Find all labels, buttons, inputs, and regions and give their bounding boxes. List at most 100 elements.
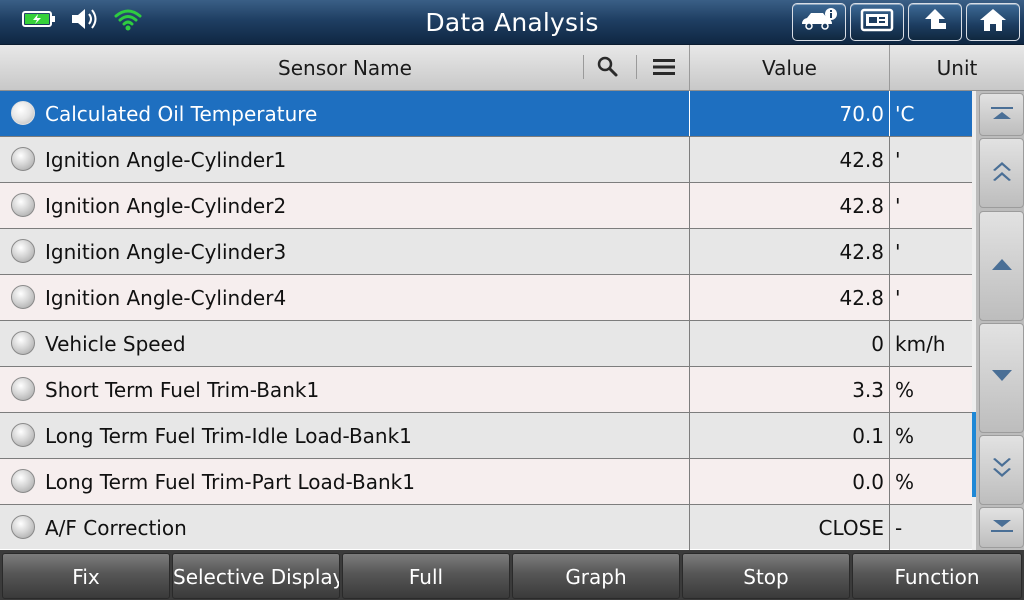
sensor-value: 70.0 [839,102,884,126]
table-row[interactable]: Ignition Angle-Cylinder3 42.8 ' [0,229,972,275]
back-button[interactable] [908,3,962,41]
sensor-unit: ' [895,286,901,310]
scroll-top-button[interactable] [979,93,1024,136]
page-down-button[interactable] [979,435,1024,505]
scroll-up-button[interactable] [979,211,1024,321]
table-row[interactable]: Ignition Angle-Cylinder2 42.8 ' [0,183,972,229]
sensor-unit: km/h [895,332,946,356]
sensor-value: 42.8 [839,194,884,218]
header-divider [583,55,584,79]
sensor-value: 0.1 [852,424,884,448]
sensor-unit: % [895,378,915,402]
full-button[interactable]: Full [342,553,510,599]
sensor-value: 0 [871,332,884,356]
column-divider [889,229,890,274]
sensor-unit: 'C [895,102,915,126]
scroll-down-button[interactable] [979,323,1024,433]
page-up-icon [989,156,1015,190]
fix-button[interactable]: Fix [2,553,170,599]
column-divider [889,275,890,320]
scroll-up-icon [989,254,1015,278]
sensor-value: 42.8 [839,240,884,264]
table-row[interactable]: Vehicle Speed 0 km/h [0,321,972,367]
column-divider [889,137,890,182]
bottom-toolbar: Fix Selective Display Full Graph Stop Fu… [0,550,1024,600]
search-icon [596,56,620,83]
scroll-down-icon [989,366,1015,390]
stop-button[interactable]: Stop [682,553,850,599]
vehicle-info-icon [799,7,839,37]
scroll-top-icon [989,103,1015,127]
sensor-unit: ' [895,194,901,218]
sensor-value: 3.3 [852,378,884,402]
sensor-value: CLOSE [818,516,884,540]
column-divider [889,413,890,458]
radio-button[interactable] [11,193,35,217]
sensor-name: Long Term Fuel Trim-Part Load-Bank1 [45,470,415,494]
sensor-name: Ignition Angle-Cylinder4 [45,286,287,310]
graph-button[interactable]: Graph [512,553,680,599]
radio-button[interactable] [11,285,35,309]
column-divider [889,91,890,136]
radio-button[interactable] [11,469,35,493]
sensor-unit: ' [895,240,901,264]
sensor-name: Ignition Angle-Cylinder3 [45,240,287,264]
scroll-bottom-icon [989,516,1015,540]
table-row[interactable]: Calculated Oil Temperature 70.0 'C [0,91,972,137]
sensor-list: Calculated Oil Temperature 70.0 'C Ignit… [0,91,972,550]
sensor-unit: % [895,424,915,448]
sensor-unit: % [895,470,915,494]
sensor-name: Vehicle Speed [45,332,186,356]
sensor-name: Long Term Fuel Trim-Idle Load-Bank1 [45,424,412,448]
table-row[interactable]: Ignition Angle-Cylinder4 42.8 ' [0,275,972,321]
table-row[interactable]: Ignition Angle-Cylinder1 42.8 ' [0,137,972,183]
header-unit: Unit [936,56,978,80]
page-up-button[interactable] [979,138,1024,208]
header-sensor-name[interactable]: Sensor Name [0,45,690,90]
print-screen-icon [860,7,894,37]
scroll-controls [976,91,1024,550]
column-divider [889,459,890,504]
header-value: Value [762,56,817,80]
menu-button[interactable] [652,57,676,81]
table-row[interactable]: Long Term Fuel Trim-Part Load-Bank1 0.0 … [0,459,972,505]
print-screen-button[interactable] [850,3,904,41]
home-icon [978,7,1008,37]
search-button[interactable] [596,55,620,83]
top-toolbar [792,3,1020,41]
table-row[interactable]: Long Term Fuel Trim-Idle Load-Bank1 0.1 … [0,413,972,459]
page-down-icon [989,453,1015,487]
sensor-name: Calculated Oil Temperature [45,102,318,126]
function-button[interactable]: Function [852,553,1022,599]
sensor-value: 0.0 [852,470,884,494]
menu-icon [652,59,676,81]
table-row[interactable]: A/F Correction CLOSE - [0,505,972,550]
table-row[interactable]: Short Term Fuel Trim-Bank1 3.3 % [0,367,972,413]
column-divider [889,367,890,412]
title-bar: Data Analysis [0,0,1024,45]
sensor-unit: ' [895,148,901,172]
sensor-name: A/F Correction [45,516,187,540]
radio-button[interactable] [11,239,35,263]
scroll-bottom-button[interactable] [979,507,1024,548]
sensor-name: Short Term Fuel Trim-Bank1 [45,378,320,402]
radio-button[interactable] [11,423,35,447]
sensor-value: 42.8 [839,148,884,172]
column-divider [889,183,890,228]
header-divider [636,55,637,79]
radio-button[interactable] [11,515,35,539]
selective-display-button[interactable]: Selective Display [172,553,340,599]
radio-button[interactable] [11,377,35,401]
sensor-name: Ignition Angle-Cylinder2 [45,194,287,218]
home-button[interactable] [966,3,1020,41]
column-divider [889,505,890,550]
vehicle-info-button[interactable] [792,3,846,41]
radio-button[interactable] [11,101,35,125]
sensor-unit: - [895,516,903,540]
sensor-value: 42.8 [839,286,884,310]
radio-button[interactable] [11,331,35,355]
table-header: Sensor Name Value Unit [0,45,1024,91]
column-divider [889,321,890,366]
radio-button[interactable] [11,147,35,171]
back-up-icon [920,7,950,37]
